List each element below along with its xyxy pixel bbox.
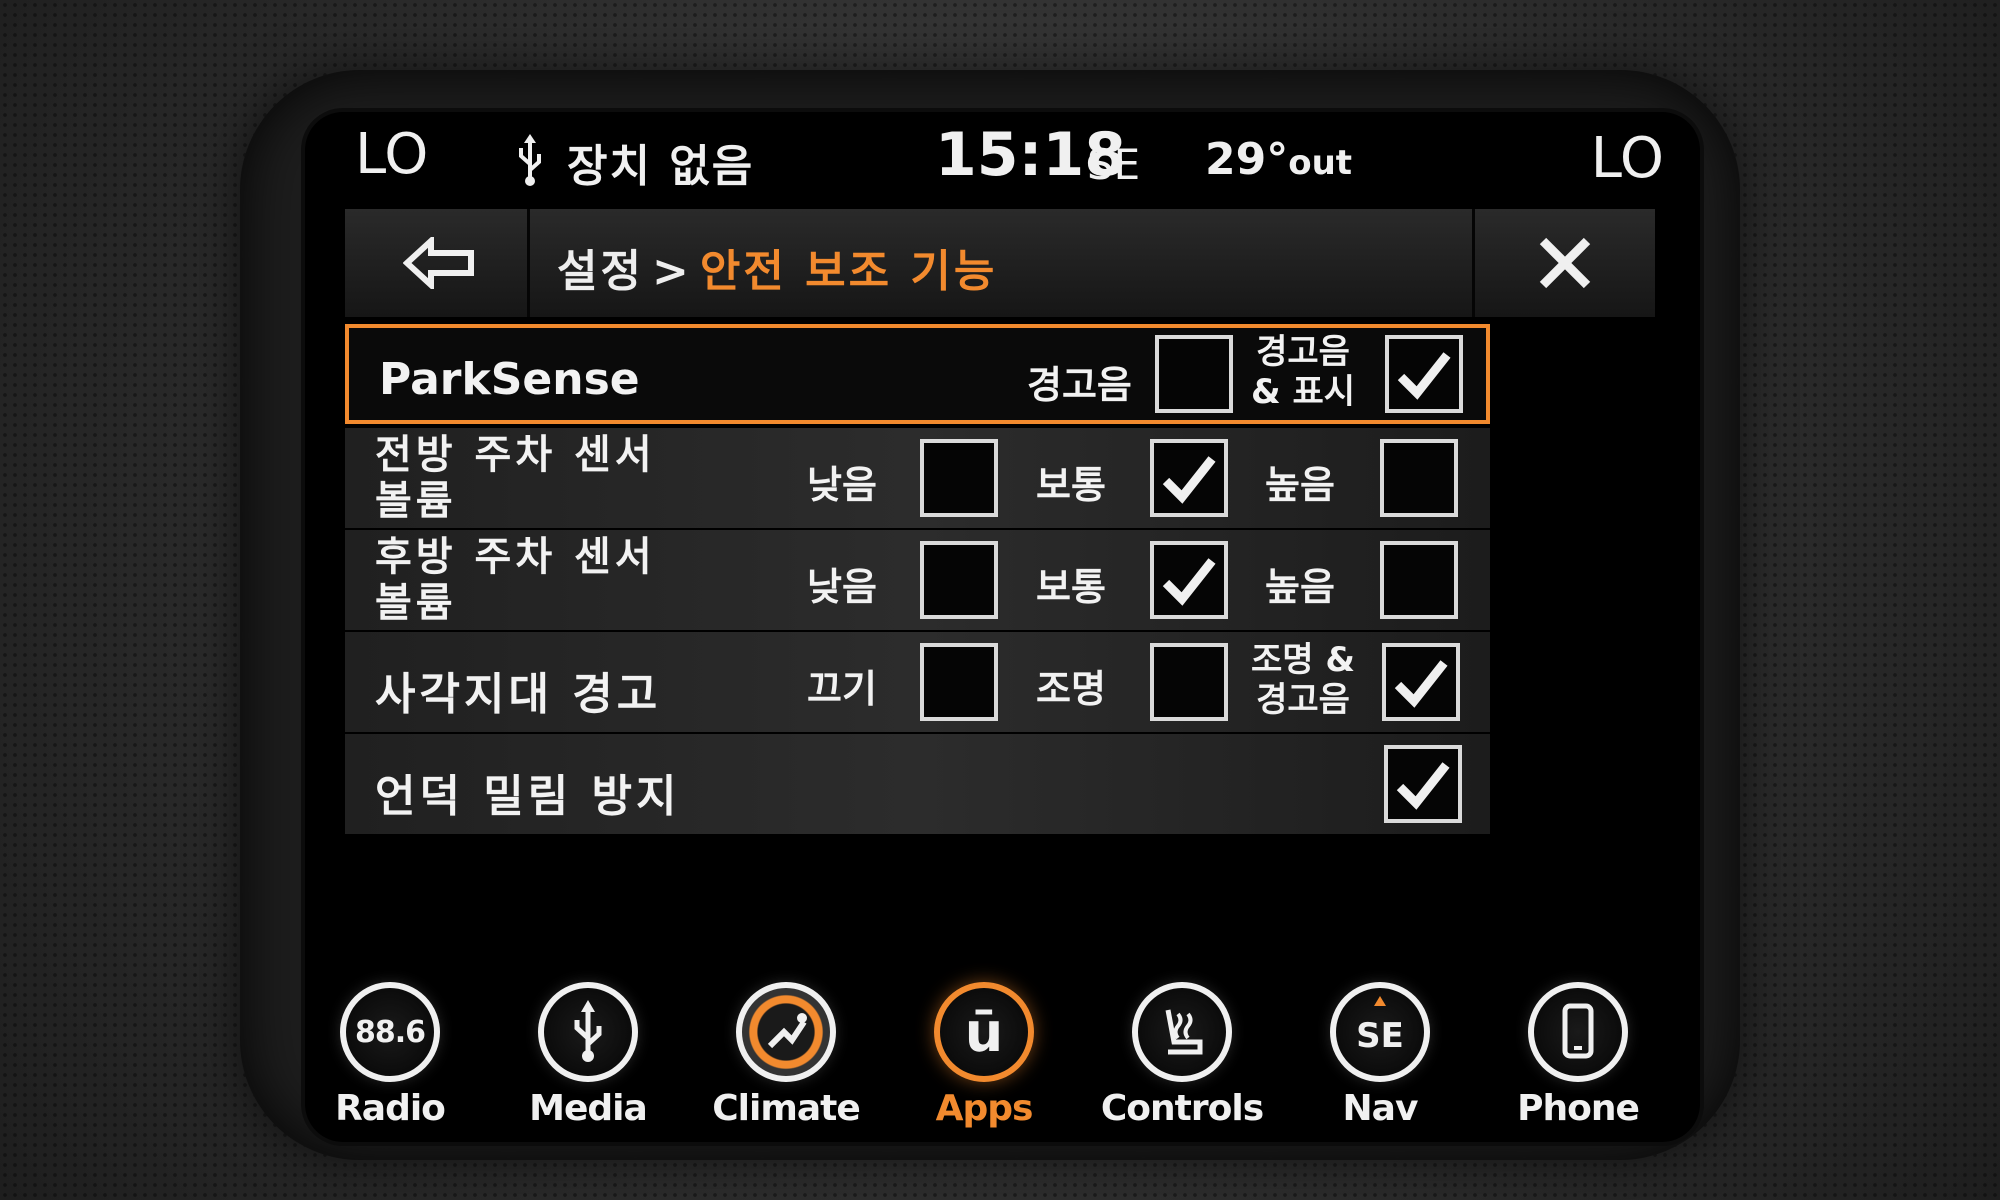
blind-spot-lights-chime-label: 조명 & 경고음 [1251, 640, 1355, 720]
outside-temp-suffix: out [1288, 143, 1353, 183]
nav-navigation-label: Nav [1342, 1088, 1419, 1129]
parksense-chime-display-line1: 경고음 [1256, 332, 1350, 372]
radio-icon: 88.6 [340, 982, 440, 1082]
front-title-line1: 전방 주차 센서 [375, 432, 656, 478]
front-low-label: 낮음 [807, 463, 877, 507]
blind-spot-lights-chime-checkbox[interactable] [1382, 643, 1460, 721]
hill-start-assist-checkbox[interactable] [1384, 745, 1462, 823]
phone-glyph [1562, 1003, 1594, 1059]
front-sensor-volume-row: 전방 주차 센서 볼륨 낮음 보통 높음 [345, 428, 1490, 528]
rear-normal-checkbox[interactable] [1150, 541, 1228, 619]
rear-high-checkbox[interactable] [1380, 541, 1458, 619]
front-title-line2: 볼륨 [375, 478, 457, 524]
close-icon [1539, 237, 1591, 289]
check-icon [1397, 352, 1451, 400]
hill-start-assist-row: 언덕 밀림 방지 [345, 734, 1490, 834]
front-normal-label: 보통 [1036, 463, 1106, 507]
apps-icon: ū [934, 982, 1034, 1082]
nav-controls[interactable]: Controls [1097, 970, 1267, 1142]
rear-title-line2: 볼륨 [375, 580, 457, 626]
breadcrumb-separator: > [651, 246, 692, 297]
blind-spot-off-label: 끄기 [807, 667, 877, 711]
climate-left-temp[interactable]: LO [355, 122, 428, 187]
page-title: 안전 보조 기능 [699, 246, 998, 297]
outside-temp-value: 29° [1205, 134, 1289, 185]
rear-title-line1: 후방 주차 센서 [375, 534, 656, 580]
blind-spot-lights-chime-line2: 경고음 [1256, 680, 1350, 720]
back-arrow-icon [403, 237, 474, 289]
blind-spot-lights-label: 조명 [1036, 667, 1106, 711]
front-high-checkbox[interactable] [1380, 439, 1458, 517]
compass-heading: SE [1087, 140, 1141, 189]
controls-icon [1132, 982, 1232, 1082]
check-icon [1162, 456, 1216, 504]
parksense-chime-display-label: 경고음 & 표시 [1251, 332, 1355, 412]
rear-normal-label: 보통 [1036, 565, 1106, 609]
close-button[interactable] [1472, 209, 1655, 317]
blind-spot-title: 사각지대 경고 [375, 669, 662, 720]
usb-icon [519, 134, 541, 186]
parksense-chime-checkbox[interactable] [1155, 335, 1233, 413]
nav-climate-label: Climate [712, 1088, 861, 1129]
usb-glyph [574, 1000, 602, 1062]
nav-apps[interactable]: ū Apps [899, 970, 1069, 1142]
radio-icon-text: 88.6 [354, 1014, 426, 1050]
usb-icon [538, 982, 638, 1082]
apps-icon-text: ū [964, 1000, 1004, 1064]
hill-start-assist-title: 언덕 밀림 방지 [375, 771, 681, 822]
fan-glyph [767, 1013, 807, 1049]
nav-controls-label: Controls [1100, 1088, 1264, 1129]
parksense-title: ParkSense [379, 354, 640, 405]
back-button[interactable] [345, 209, 530, 317]
nav-phone-label: Phone [1517, 1088, 1640, 1129]
check-icon [1396, 762, 1450, 810]
front-normal-checkbox[interactable] [1150, 439, 1228, 517]
bottom-nav-bar: 88.6 Radio Media Climate ū Apps Controls… [305, 970, 1700, 1142]
check-icon [1394, 660, 1448, 708]
parksense-chime-label: 경고음 [1027, 363, 1132, 407]
nav-phone[interactable]: Phone [1493, 970, 1663, 1142]
media-device-status: 장치 없음 [567, 141, 755, 192]
compass-icon-text: SE [1356, 1016, 1404, 1056]
front-high-label: 높음 [1265, 463, 1335, 507]
compass-icon: SE [1330, 982, 1430, 1082]
rear-sensor-volume-title: 후방 주차 센서 볼륨 [375, 534, 656, 626]
climate-right-temp[interactable]: LO [1591, 126, 1664, 191]
nav-radio-label: Radio [335, 1088, 446, 1129]
nav-radio[interactable]: 88.6 Radio [305, 970, 475, 1142]
blind-spot-off-checkbox[interactable] [920, 643, 998, 721]
rear-low-checkbox[interactable] [920, 541, 998, 619]
nav-media[interactable]: Media [503, 970, 673, 1142]
nav-apps-label: Apps [935, 1088, 1034, 1129]
climate-icon [736, 982, 836, 1082]
nav-climate[interactable]: Climate [701, 970, 871, 1142]
rear-low-label: 낮음 [807, 565, 877, 609]
outside-temperature: 29°out [1205, 134, 1352, 185]
breadcrumb-root[interactable]: 설정 [557, 246, 644, 297]
nav-navigation[interactable]: SE Nav [1295, 970, 1465, 1142]
parksense-row[interactable]: ParkSense 경고음 경고음 & 표시 [345, 324, 1490, 424]
breadcrumb: 설정 > 안전 보조 기능 [557, 235, 997, 299]
front-sensor-volume-title: 전방 주차 센서 볼륨 [375, 432, 656, 524]
settings-header: 설정 > 안전 보조 기능 [345, 209, 1655, 317]
infotainment-screen: LO 장치 없음 15:18 SE 29°out LO 설정 > 안전 보조 기능 [305, 112, 1700, 1142]
rear-high-label: 높음 [1265, 565, 1335, 609]
parksense-chime-display-line2: & 표시 [1251, 372, 1356, 412]
nav-media-label: Media [529, 1088, 648, 1129]
parksense-chime-display-checkbox[interactable] [1385, 335, 1463, 413]
blind-spot-lights-chime-line1: 조명 & [1251, 640, 1356, 680]
check-icon [1162, 558, 1216, 606]
seat-heat-glyph [1165, 1009, 1203, 1055]
blind-spot-row: 사각지대 경고 끄기 조명 조명 & 경고음 [345, 632, 1490, 732]
rear-sensor-volume-row: 후방 주차 센서 볼륨 낮음 보통 높음 [345, 530, 1490, 630]
phone-icon [1528, 982, 1628, 1082]
status-bar: LO 장치 없음 15:18 SE 29°out LO [305, 112, 1700, 204]
blind-spot-lights-checkbox[interactable] [1150, 643, 1228, 721]
front-low-checkbox[interactable] [920, 439, 998, 517]
